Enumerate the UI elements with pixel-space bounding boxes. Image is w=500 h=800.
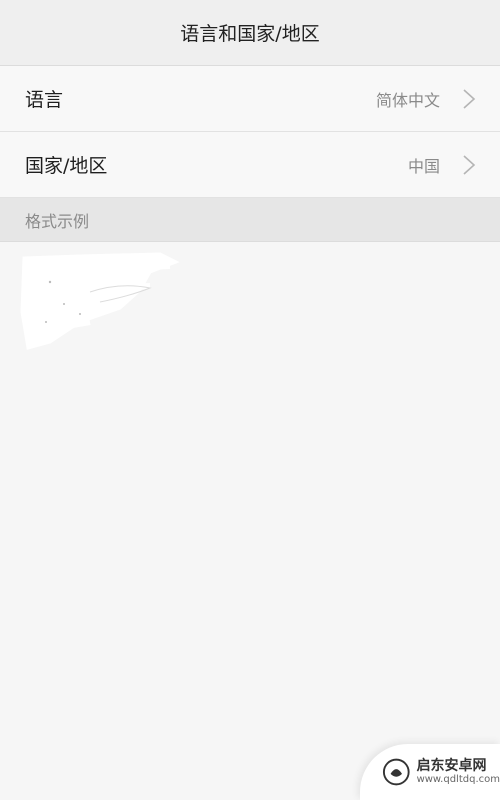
chevron-right-icon — [463, 88, 476, 109]
language-row[interactable]: 语言 简体中文 — [0, 66, 500, 132]
watermark-text: 启东安卓网 www.qdltdq.com — [416, 757, 500, 786]
site-watermark: 启东安卓网 www.qdltdq.com — [360, 744, 500, 800]
country-region-value: 中国 — [407, 156, 440, 176]
format-example-header: 格式示例 — [0, 198, 500, 242]
watermark-name: 启东安卓网 — [416, 757, 487, 774]
language-label: 语言 — [25, 89, 64, 111]
title-bar: 语言和国家/地区 — [0, 0, 500, 66]
watermark-url: www.qdltdq.com — [416, 774, 500, 786]
site-logo-icon — [382, 758, 410, 786]
country-region-label: 国家/地区 — [25, 155, 108, 177]
format-example-title: 格式示例 — [25, 211, 90, 231]
country-region-row[interactable]: 国家/地区 中国 — [0, 132, 500, 198]
page-title: 语言和国家/地区 — [180, 23, 320, 45]
settings-screen: 语言和国家/地区 语言 简体中文 国家/地区 中国 格式示例 启东安卓网 www… — [0, 0, 500, 800]
format-example-area — [0, 242, 500, 362]
chevron-right-icon — [463, 154, 476, 175]
redacted-scribble — [20, 252, 180, 350]
language-value: 简体中文 — [375, 90, 440, 110]
